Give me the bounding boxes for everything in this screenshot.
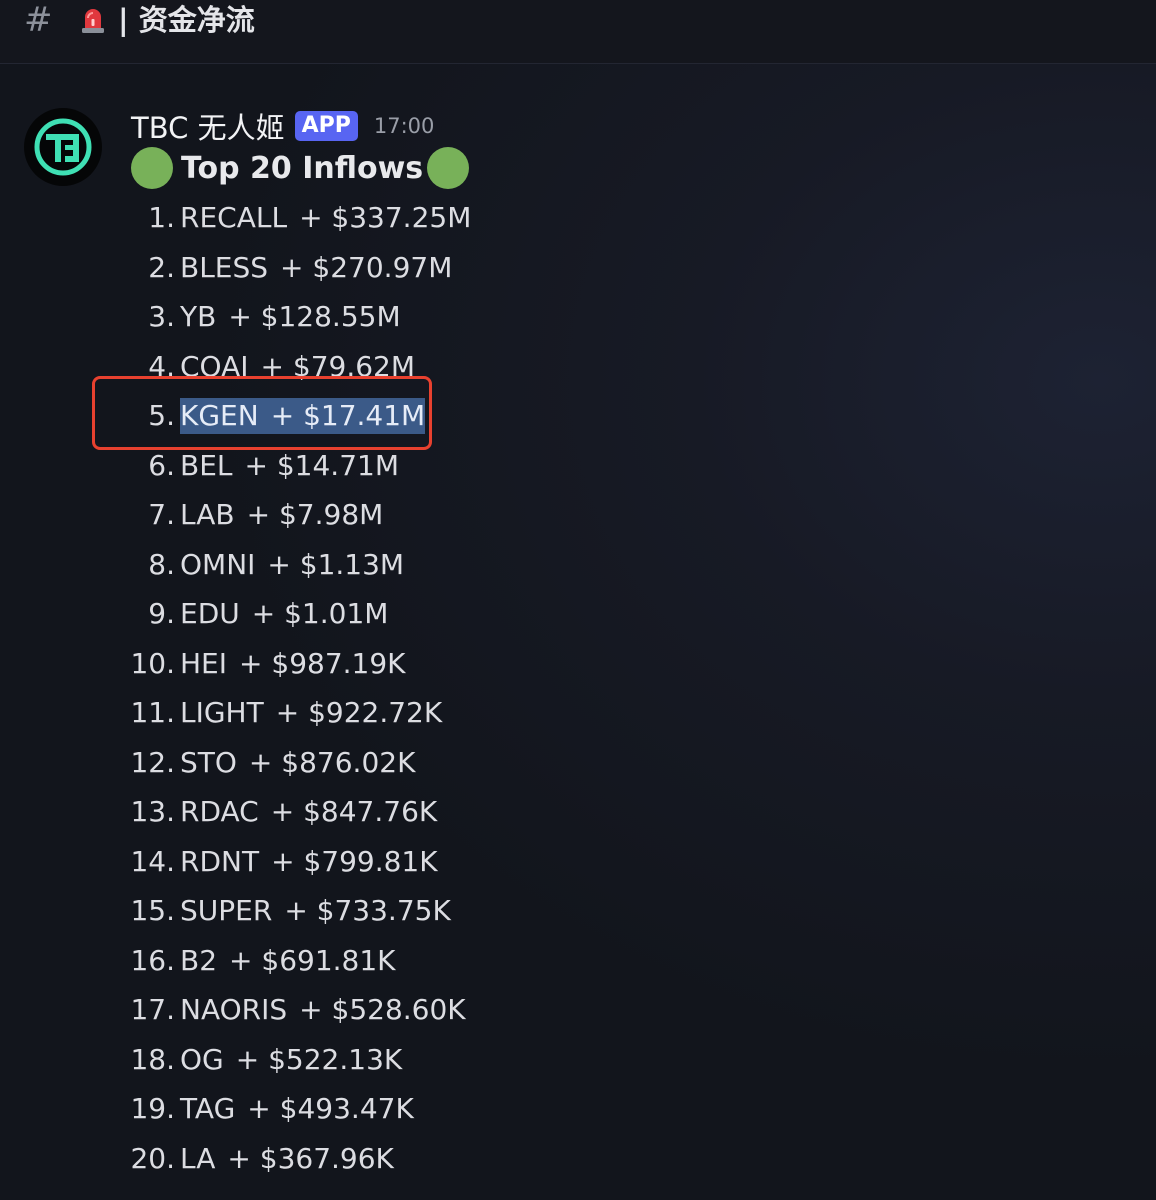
symbol: RDNT	[180, 844, 260, 878]
tbc-logo-icon	[34, 118, 92, 176]
entry: BEL + $14.71M	[180, 441, 399, 491]
rank: 1.	[148, 201, 175, 234]
amount: + $522.13K	[235, 1042, 403, 1076]
rank: 10.	[130, 646, 175, 680]
channel-header: # | 资金净流	[0, 0, 1156, 64]
symbol: BLESS	[180, 250, 269, 284]
entry: YB + $128.55M	[180, 292, 401, 342]
message-title: Top 20 Inflows	[131, 147, 470, 189]
siren-icon	[80, 5, 106, 33]
symbol: HEI	[180, 646, 228, 680]
rank: 12.	[130, 745, 175, 779]
entry: LA + $367.96K	[180, 1134, 394, 1184]
amount: + $79.62M	[260, 349, 416, 383]
entry: OG + $522.13K	[180, 1035, 402, 1085]
entry: LIGHT + $922.72K	[180, 688, 442, 738]
symbol: NAORIS	[180, 993, 288, 1026]
symbol: SUPER	[180, 894, 273, 927]
green-circle-icon	[131, 147, 173, 189]
avatar[interactable]	[24, 108, 102, 186]
entry: RDNT + $799.81K	[180, 837, 438, 887]
symbol: KGEN	[180, 399, 259, 432]
amount: + $876.02K	[248, 745, 416, 779]
amount: + $128.55M	[228, 300, 401, 333]
entry: LAB + $7.98M	[180, 490, 383, 540]
entry: BLESS + $270.97M	[180, 243, 452, 293]
channel-name[interactable]: | 资金净流	[118, 0, 255, 40]
amount: + $922.72K	[275, 696, 443, 729]
rank: 4.	[148, 349, 175, 383]
symbol: OMNI	[180, 547, 256, 581]
amount: + $367.96K	[227, 1141, 394, 1175]
entry: TAG + $493.47K	[180, 1084, 414, 1134]
entry: SUPER + $733.75K	[180, 886, 451, 936]
symbol: OG	[180, 1042, 224, 1076]
selected-text[interactable]: KGEN + $17.41M	[180, 398, 426, 434]
amount: + $528.60K	[299, 993, 466, 1026]
timestamp[interactable]: 17:00	[374, 114, 435, 138]
entry: COAI + $79.62M	[180, 342, 415, 392]
amount: + $799.81K	[271, 844, 438, 878]
hash-icon: #	[24, 0, 53, 40]
amount: + $337.25M	[299, 201, 472, 234]
entry: EDU + $1.01M	[180, 589, 388, 639]
symbol: EDU	[180, 597, 240, 630]
app-badge: APP	[294, 111, 358, 141]
symbol: YB	[180, 300, 217, 333]
entry: OMNI + $1.13M	[180, 540, 404, 590]
symbol: LAB	[180, 498, 235, 531]
rank: 19.	[130, 1092, 175, 1125]
entry: RDAC + $847.76K	[180, 787, 437, 837]
rank: 17.	[130, 993, 175, 1026]
symbol: TAG	[180, 1092, 236, 1125]
rank: 15.	[130, 894, 175, 927]
amount: + $493.47K	[247, 1092, 414, 1125]
entry: RECALL + $337.25M	[180, 193, 471, 243]
amount: + $987.19K	[239, 646, 406, 680]
rank: 2.	[148, 250, 175, 284]
symbol: STO	[180, 745, 237, 779]
rank: 7.	[148, 498, 175, 531]
rank: 14.	[130, 844, 175, 878]
rank: 18.	[130, 1042, 175, 1076]
symbol: RDAC	[180, 795, 259, 828]
symbol: B2	[180, 943, 218, 977]
amount: + $17.41M	[270, 399, 426, 432]
amount: + $847.76K	[270, 795, 438, 828]
amount: + $7.98M	[246, 498, 384, 531]
entry: STO + $876.02K	[180, 738, 415, 788]
green-circle-icon	[427, 147, 470, 189]
rank: 20.	[130, 1141, 175, 1175]
amount: + $733.75K	[284, 894, 451, 927]
symbol: LA	[180, 1141, 216, 1175]
rank: 6.	[148, 448, 175, 482]
entry: NAORIS + $528.60K	[180, 985, 466, 1035]
amount: + $270.97M	[280, 250, 453, 284]
amount: + $1.13M	[267, 547, 405, 581]
amount: + $691.81K	[229, 943, 396, 977]
rank: 16.	[130, 943, 175, 977]
rank: 3.	[148, 300, 175, 333]
symbol: BEL	[180, 448, 233, 482]
title-text: Top 20 Inflows	[181, 150, 424, 186]
entry: B2 + $691.81K	[180, 936, 396, 986]
author-name[interactable]: TBC 无人姬	[131, 105, 285, 147]
symbol: LIGHT	[180, 696, 264, 729]
message-header: TBC 无人姬 APP 17:00	[131, 106, 434, 146]
amount: + $14.71M	[244, 448, 400, 482]
rank: 5.	[148, 399, 175, 432]
rank: 13.	[130, 795, 175, 828]
amount: + $1.01M	[251, 597, 389, 630]
rank: 8.	[148, 547, 175, 581]
rank: 11.	[130, 696, 175, 729]
symbol: COAI	[180, 349, 249, 383]
rank: 9.	[148, 597, 175, 630]
entry: HEI + $987.19K	[180, 639, 406, 689]
symbol: RECALL	[180, 201, 288, 234]
